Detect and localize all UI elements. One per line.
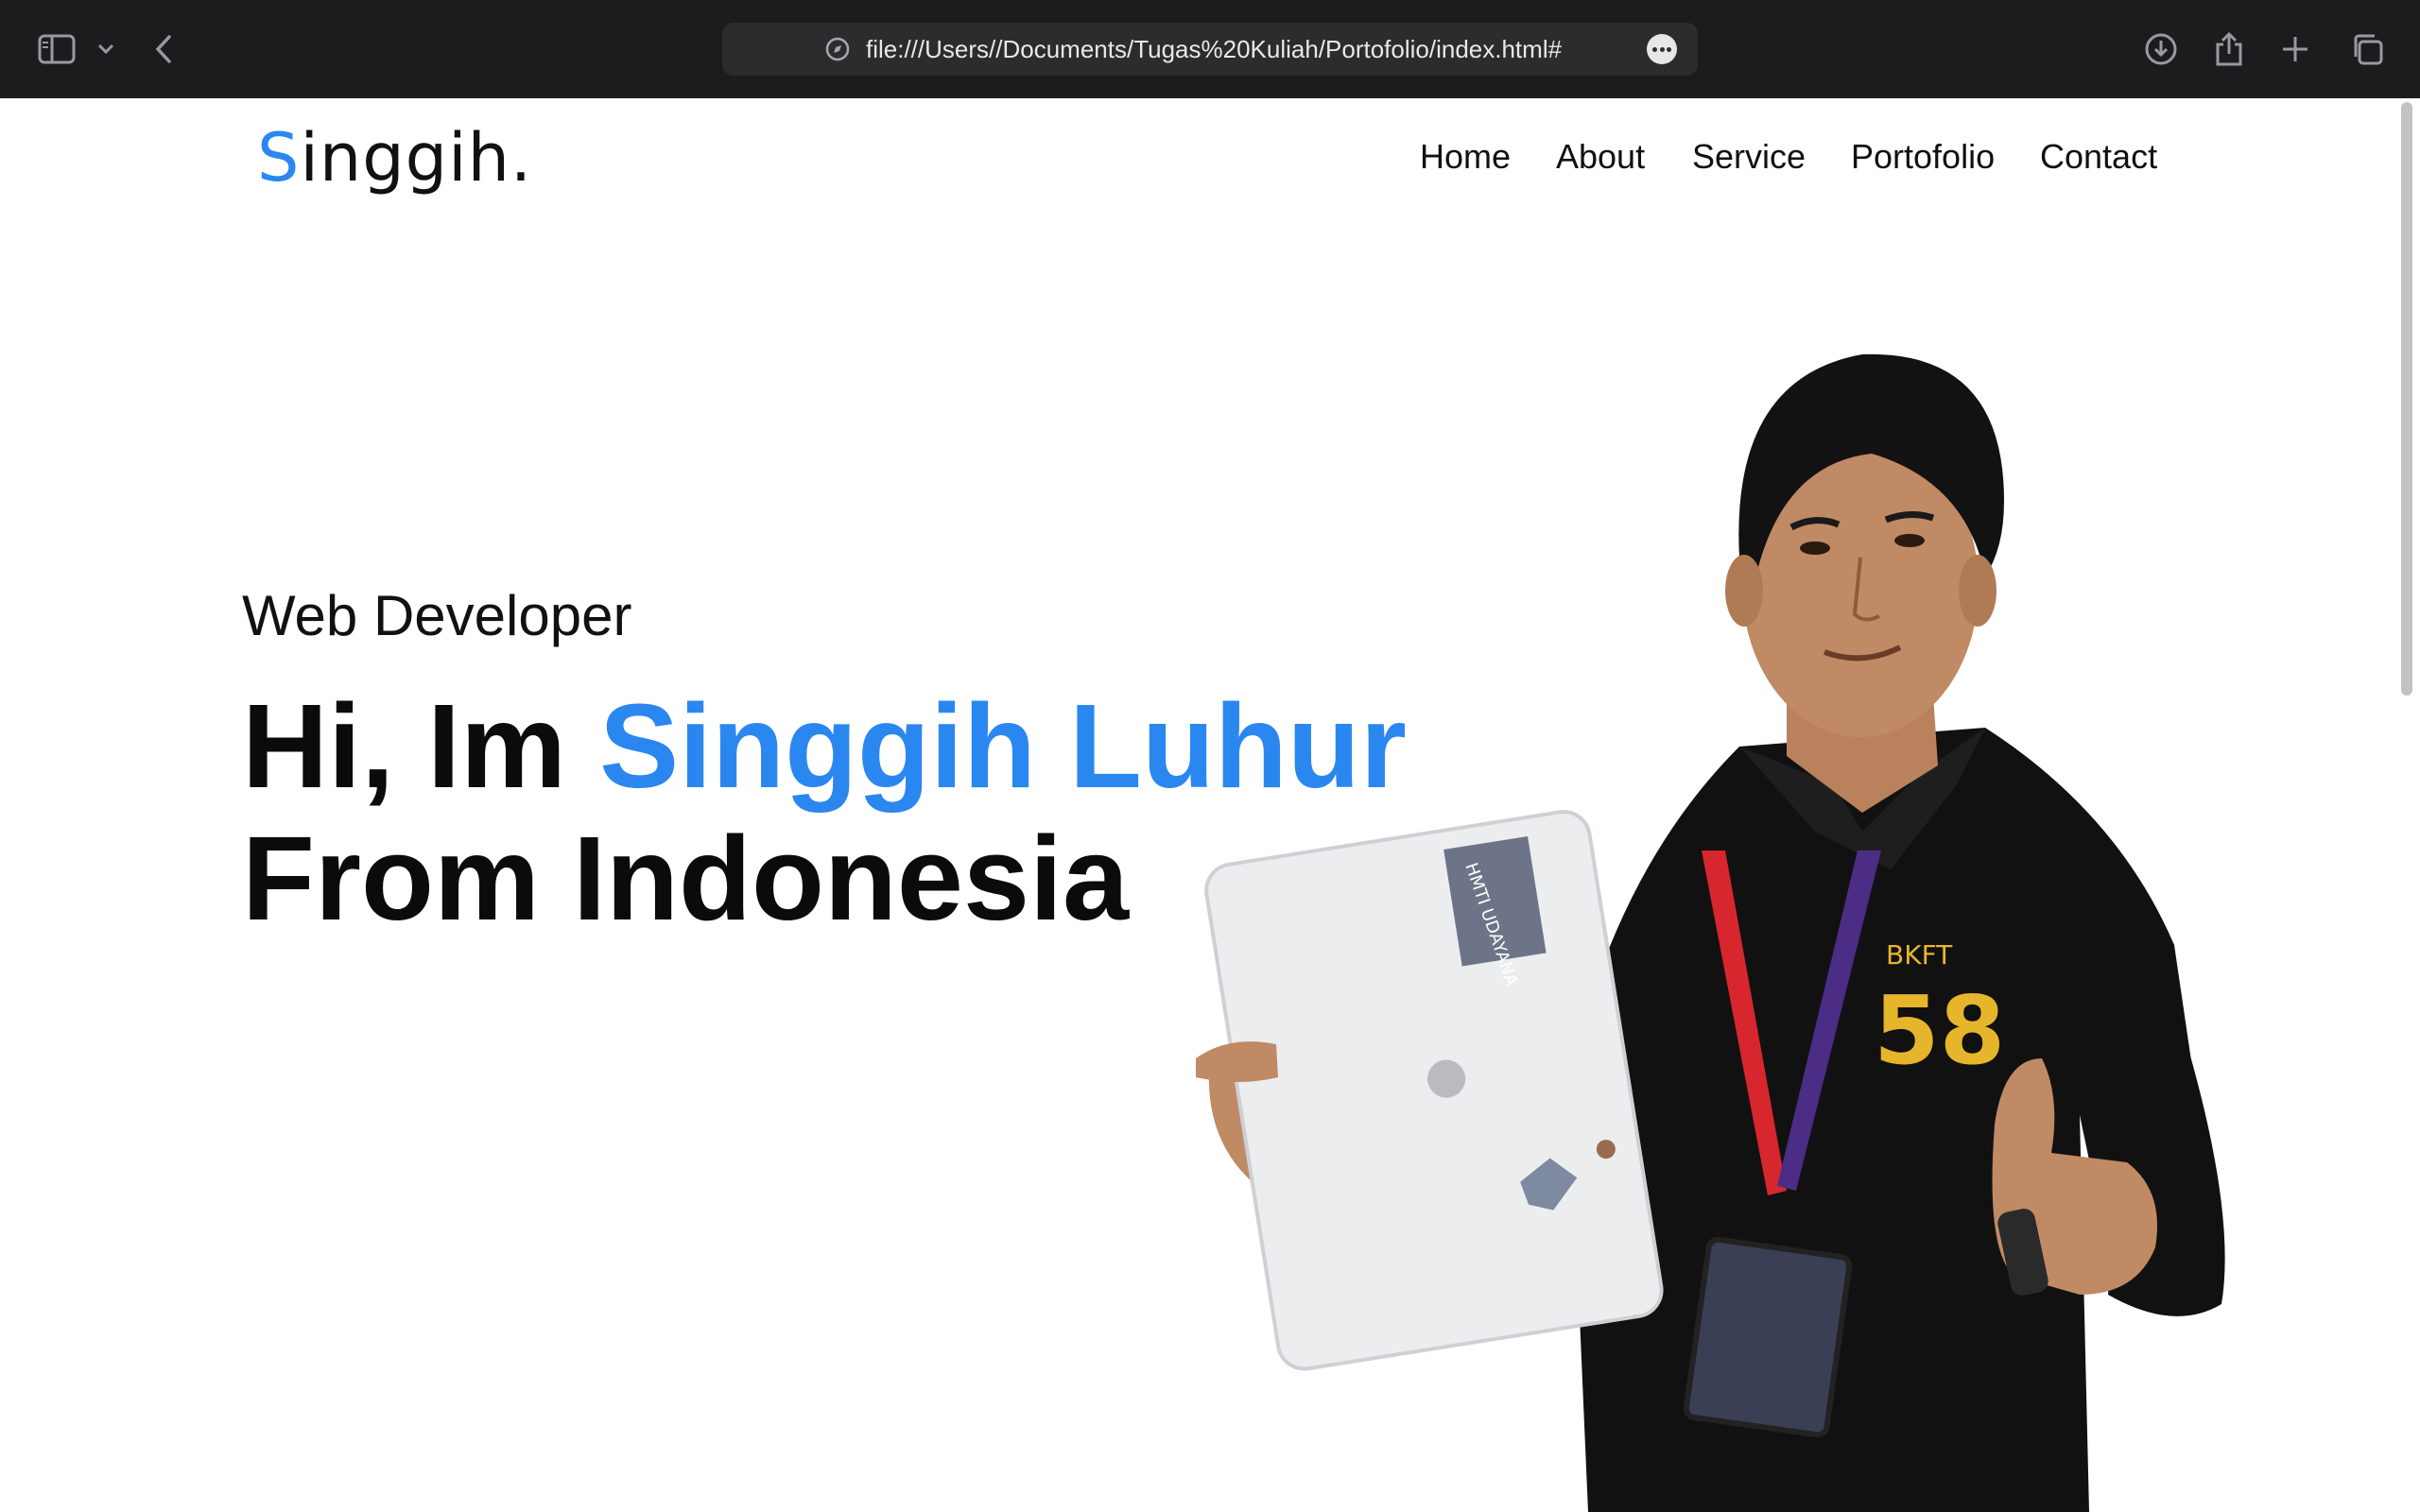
address-bar[interactable]: file:///Users//Documents/Tugas%20Kuliah/… [722, 23, 1698, 76]
nav-portofolio[interactable]: Portofolio [1851, 130, 1995, 183]
nav-contact[interactable]: Contact [2040, 130, 2157, 183]
tabs-overview-icon[interactable] [2348, 21, 2386, 77]
portrait-shirt-logo: BKFT [1886, 939, 1953, 971]
hero-greeting: Hi, Im [242, 679, 600, 813]
download-icon[interactable] [2142, 21, 2180, 77]
chevron-down-icon[interactable] [95, 21, 117, 77]
site-logo[interactable]: Singgih. [257, 115, 532, 200]
nav-about[interactable]: About [1556, 130, 1645, 183]
hero-subtitle: Web Developer [242, 584, 632, 647]
nav-home[interactable]: Home [1420, 130, 1511, 183]
portrait-laptop: HMTI UDAYANA [1204, 810, 1664, 1371]
logo-initial: S [257, 119, 301, 197]
nav-service[interactable]: Service [1692, 130, 1806, 183]
more-icon[interactable] [1647, 34, 1677, 64]
back-icon[interactable] [149, 21, 178, 77]
logo-rest: inggih. [300, 119, 533, 197]
portrait-id-badge [1683, 1236, 1853, 1438]
sidebar-icon[interactable] [34, 21, 79, 77]
browser-toolbar: file:///Users//Documents/Tugas%20Kuliah/… [0, 0, 2420, 98]
hero-portrait-image: BKFT 58 HMTI UDAYANA [1196, 353, 2225, 1512]
portrait-shirt-number: 58 [1874, 975, 2005, 1086]
compass-icon [824, 36, 851, 62]
share-icon[interactable] [2212, 21, 2246, 77]
url-text[interactable]: file:///Users//Documents/Tugas%20Kuliah/… [866, 23, 1562, 76]
new-tab-icon[interactable] [2278, 21, 2312, 77]
page-scrollbar[interactable] [2401, 102, 2412, 696]
hero-origin: From Indonesia [242, 812, 1130, 945]
